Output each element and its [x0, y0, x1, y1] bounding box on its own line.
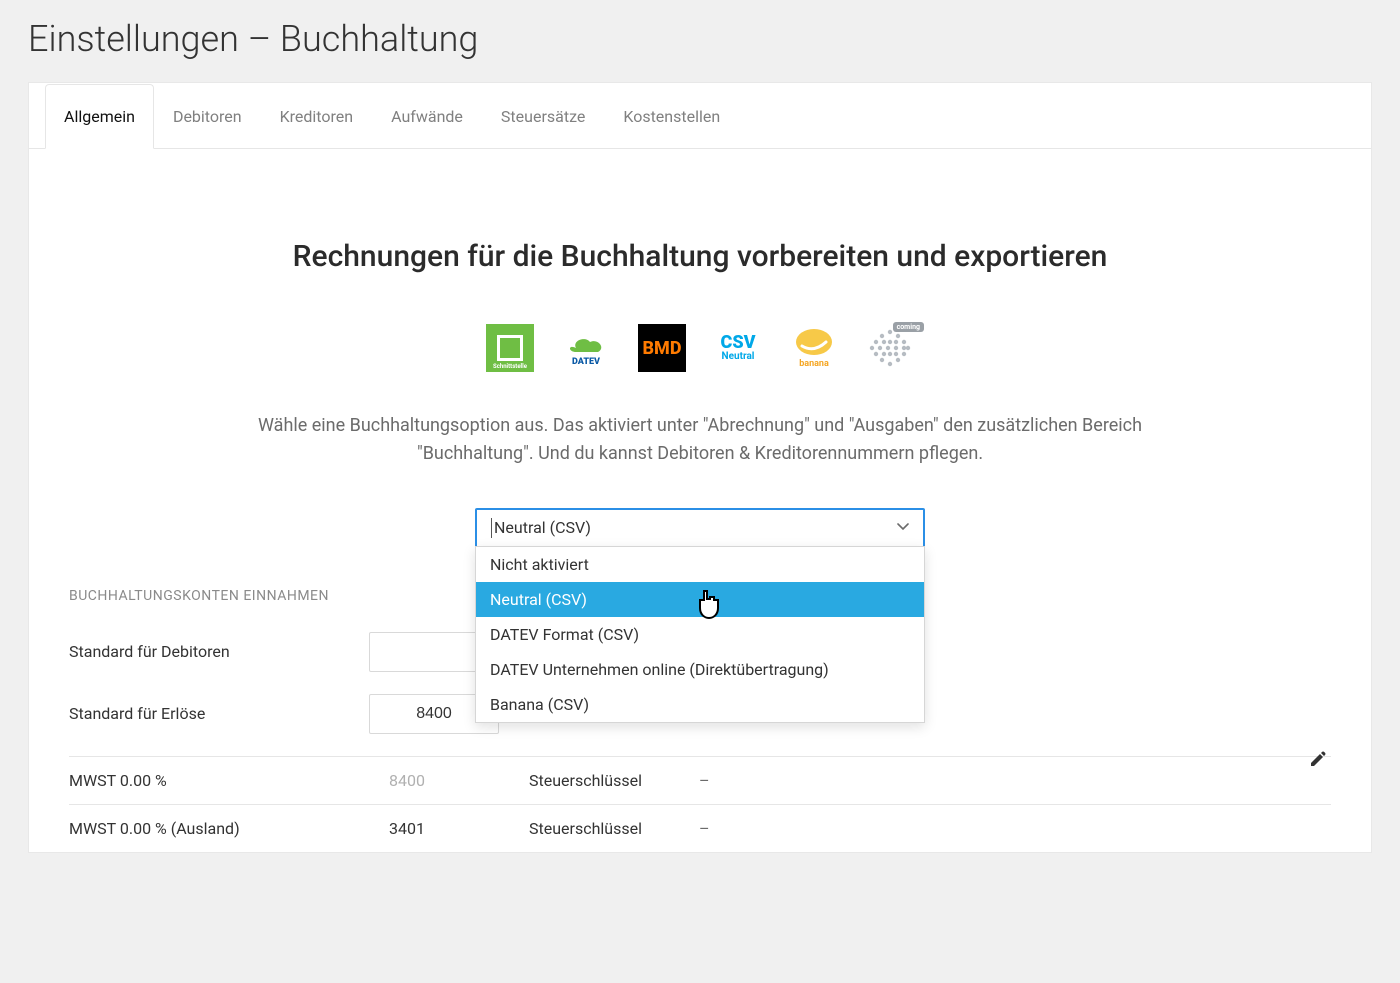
label-debitoren: Standard für Debitoren [69, 642, 369, 661]
export-logos: Schnittstelle DATEV BMD CSV Neutral bana… [29, 324, 1371, 372]
tabs: Allgemein Debitoren Kreditoren Aufwände … [29, 83, 1371, 149]
tab-content: Rechnungen für die Buchhaltung vorbereit… [29, 149, 1371, 852]
datev-schnittstelle-icon: Schnittstelle [486, 324, 534, 372]
tax-key-label: Steuerschlüssel [529, 819, 699, 838]
svg-text:DATEV: DATEV [572, 357, 600, 366]
settings-card: Allgemein Debitoren Kreditoren Aufwände … [28, 82, 1372, 853]
section-headline: Rechnungen für die Buchhaltung vorbereit… [29, 239, 1371, 274]
section-description: Wähle eine Buchhaltungsoption aus. Das a… [240, 412, 1160, 468]
label-erloese: Standard für Erlöse [69, 704, 369, 723]
tax-row: MWST 0.00 % (Ausland) 3401 Steuerschlüss… [69, 804, 1331, 852]
format-select-value: Neutral (CSV) [491, 518, 591, 538]
tab-kostenstellen[interactable]: Kostenstellen [604, 84, 739, 149]
tax-key-value: – [699, 771, 710, 790]
tab-allgemein[interactable]: Allgemein [45, 84, 154, 149]
tab-aufwaende[interactable]: Aufwände [372, 84, 482, 149]
tax-row: MWST 0.00 % 8400 Steuerschlüssel – [69, 756, 1331, 804]
tab-kreditoren[interactable]: Kreditoren [261, 84, 373, 149]
edit-icon[interactable] [1309, 750, 1327, 772]
tax-code: 3401 [389, 819, 529, 838]
option-datev-online[interactable]: DATEV Unternehmen online (Direktübertrag… [476, 652, 924, 687]
csv-neutral-icon: CSV Neutral [714, 324, 762, 372]
tax-label: MWST 0.00 % [69, 771, 389, 790]
option-neutral-csv[interactable]: Neutral (CSV) [476, 582, 924, 617]
option-datev-csv[interactable]: DATEV Format (CSV) [476, 617, 924, 652]
bmd-icon: BMD [638, 324, 686, 372]
format-select[interactable]: Neutral (CSV) [475, 508, 925, 548]
format-select-wrap: Neutral (CSV) Nicht aktiviert Neutral (C… [475, 508, 925, 548]
tax-key-value: – [699, 819, 710, 838]
chevron-down-icon [897, 520, 909, 535]
tab-steuersaetze[interactable]: Steuersätze [482, 84, 604, 149]
option-banana-csv[interactable]: Banana (CSV) [476, 687, 924, 722]
tax-label: MWST 0.00 % (Ausland) [69, 819, 389, 838]
option-nicht-aktiviert[interactable]: Nicht aktiviert [476, 547, 924, 582]
tax-table: MWST 0.00 % 8400 Steuerschlüssel – MWST … [69, 756, 1331, 852]
banana-icon: banana [790, 324, 838, 372]
tax-key-label: Steuerschlüssel [529, 771, 699, 790]
datev-cloud-icon: DATEV [562, 324, 610, 372]
coming-soon-icon: coming [866, 324, 914, 372]
format-dropdown: Nicht aktiviert Neutral (CSV) DATEV Form… [475, 546, 925, 723]
tax-code: 8400 [389, 771, 529, 790]
page-title: Einstellungen – Buchhaltung [0, 0, 1400, 82]
tab-debitoren[interactable]: Debitoren [154, 84, 261, 149]
